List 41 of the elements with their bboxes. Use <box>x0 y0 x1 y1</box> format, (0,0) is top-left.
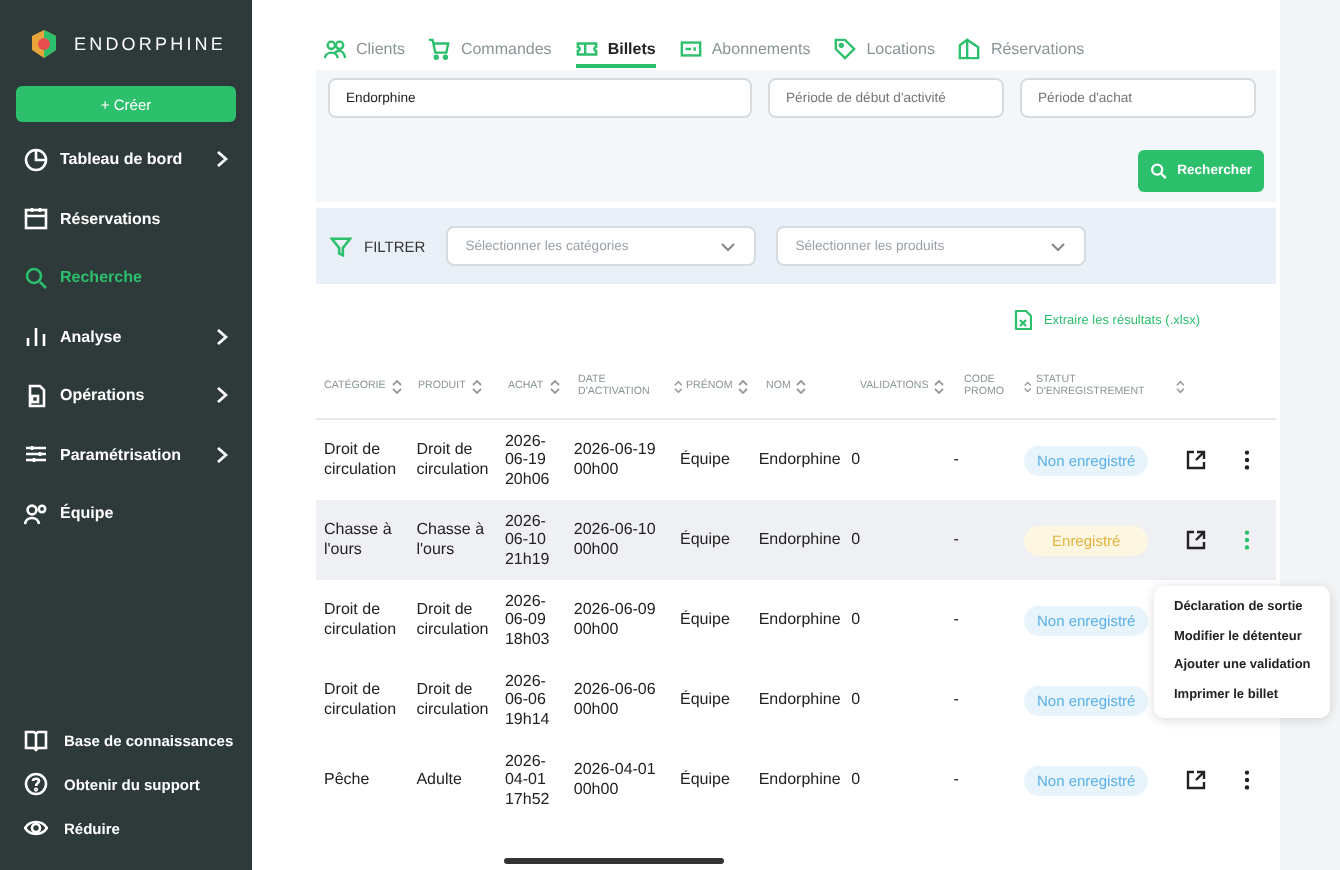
table-cell: Pêche <box>324 770 370 789</box>
table-cell: Droit de circulation <box>416 680 489 718</box>
brand-name: ENDORPHINE <box>74 34 227 54</box>
table-cell: 0 <box>851 610 861 629</box>
table-cell: 0 <box>851 690 861 709</box>
table-cell: Équipe <box>680 770 730 789</box>
table-cell: Adulte <box>416 770 462 789</box>
table-cell: Droit de circulation <box>416 440 489 478</box>
table-cell: Endorphine <box>758 530 841 549</box>
table-cell: 2026-04-01 17h52 <box>504 751 550 808</box>
table-cell: Endorphine <box>758 450 841 469</box>
table-cell: 2026-06-09 18h03 <box>504 591 550 648</box>
table-cell: 2026-06-10 21h19 <box>504 511 550 568</box>
table-cell: 2026-06-10 00h00 <box>573 520 656 558</box>
table-cell: - <box>953 450 959 469</box>
table-cell: 2026-06-19 00h00 <box>573 440 656 478</box>
table-cell: 2026-06-06 19h14 <box>504 671 550 728</box>
table-cell: Droit de circulation <box>324 440 397 478</box>
table-cell: 0 <box>851 450 861 469</box>
table-cell: Chasse à l'ours <box>324 520 392 558</box>
table-cell: Équipe <box>680 690 730 709</box>
table-cell: - <box>953 610 959 629</box>
table-cell: 2026-04-01 00h00 <box>573 760 656 798</box>
table-cell: 2026-06-09 00h00 <box>573 600 656 638</box>
table-cell: - <box>953 770 959 789</box>
table-cell: Équipe <box>680 450 730 469</box>
table-cell: Droit de circulation <box>324 680 397 718</box>
table-cell: Droit de circulation <box>416 600 489 638</box>
table-cell: Endorphine <box>758 770 841 789</box>
table-cell: Endorphine <box>758 690 841 709</box>
table-cell: Chasse à l'ours <box>416 520 485 558</box>
table-cell: 2026-06-19 20h06 <box>504 431 550 488</box>
table-cell: 0 <box>851 530 861 549</box>
table-cell: Équipe <box>680 610 730 629</box>
table-cell: 2026-06-06 00h00 <box>573 680 656 718</box>
table-cell: - <box>953 530 959 549</box>
table-cell: Droit de circulation <box>324 600 397 638</box>
table-cell: 0 <box>851 770 861 789</box>
table-cell: Équipe <box>680 530 730 549</box>
table-cell: Endorphine <box>758 610 841 629</box>
table-cell: - <box>953 690 959 709</box>
